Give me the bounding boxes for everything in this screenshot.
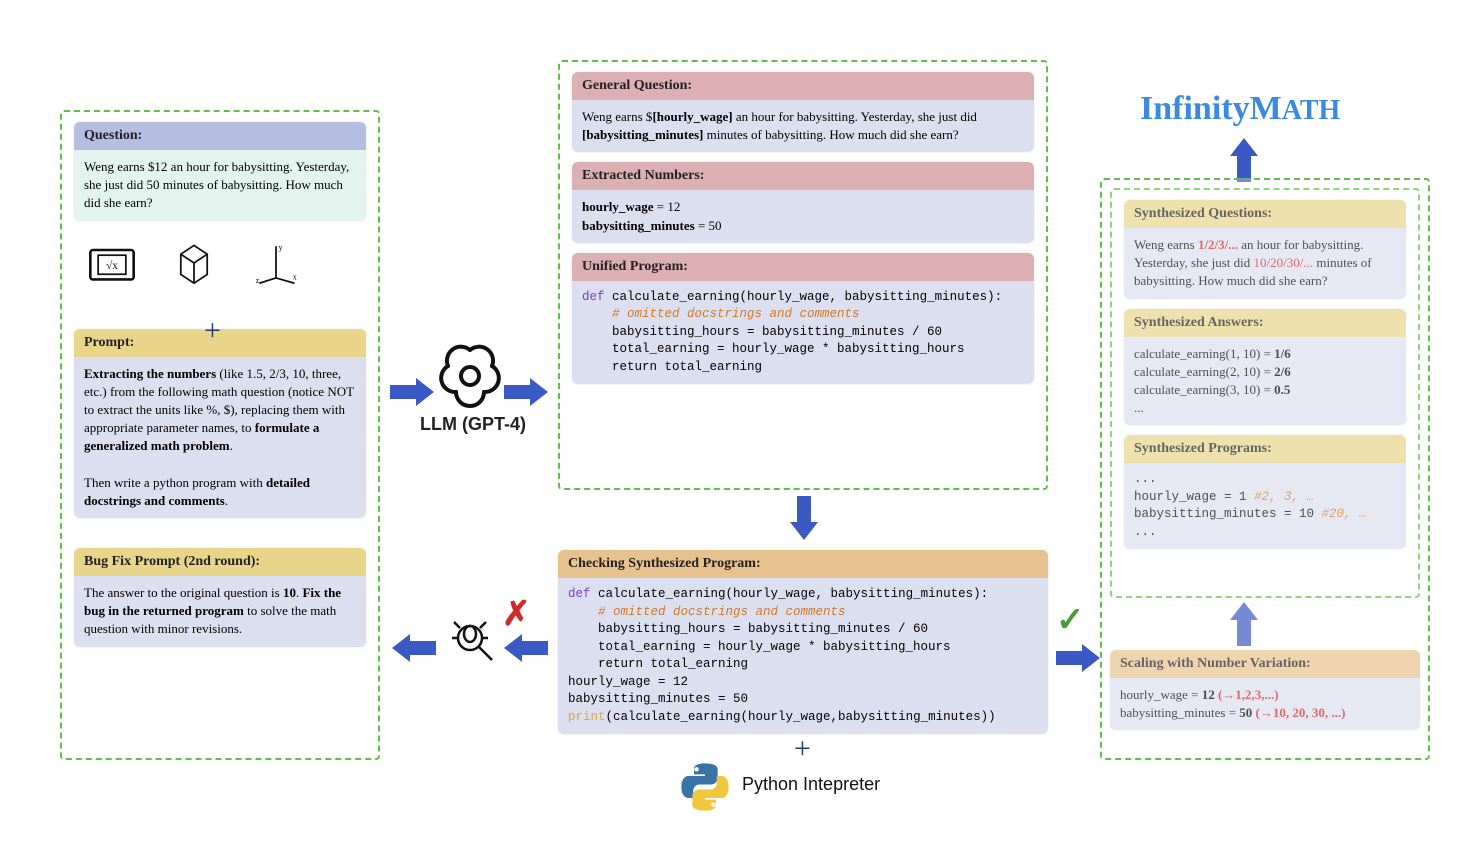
- unified-program-header: Unified Program:: [572, 253, 1034, 281]
- bugfix-card: Bug Fix Prompt (2nd round): The answer t…: [74, 548, 366, 647]
- scaling-header: Scaling with Number Variation:: [1110, 650, 1420, 678]
- bugfix-body: The answer to the original question is 1…: [74, 576, 366, 647]
- synth-programs-body: ...hourly_wage = 1 #2, 3, …babysitting_m…: [1124, 463, 1406, 549]
- check-icon: ✓: [1056, 600, 1085, 640]
- plus-icon-2: +: [794, 732, 811, 766]
- general-question-header: General Question:: [572, 72, 1034, 100]
- checking-body: def calculate_earning(hourly_wage, babys…: [558, 578, 1048, 734]
- arrow-center-down: [790, 496, 818, 540]
- python-icon: [678, 760, 732, 814]
- bugfix-header: Bug Fix Prompt (2nd round):: [74, 548, 366, 576]
- question-card: Question: Weng earns $12 an hour for bab…: [74, 122, 366, 221]
- general-question-card: General Question: Weng earns $[hourly_wa…: [572, 72, 1034, 152]
- svg-text:x: x: [293, 272, 297, 281]
- general-question-body: Weng earns $[hourly_wage] an hour for ba…: [572, 100, 1034, 152]
- cube-icon: [168, 241, 220, 285]
- diagram-canvas: Question: Weng earns $12 an hour for bab…: [60, 60, 1420, 820]
- center-top-group: General Question: Weng earns $[hourly_wa…: [558, 60, 1048, 490]
- prompt-card: Prompt: Extracting the numbers (like 1.5…: [74, 329, 366, 519]
- arrow-scaling-up: [1230, 602, 1258, 646]
- center-bottom-group: Checking Synthesized Program: def calcul…: [558, 550, 1048, 820]
- arrow-from-llm: [504, 378, 548, 406]
- synth-programs-header: Synthesized Programs:: [1124, 435, 1406, 463]
- svg-text:y: y: [279, 242, 283, 251]
- synth-answers-body: calculate_earning(1, 10) = 1/6calculate_…: [1124, 337, 1406, 426]
- calc-icon: √x: [86, 241, 138, 285]
- synth-programs-card: Synthesized Programs: ...hourly_wage = 1…: [1124, 435, 1406, 549]
- checking-card: Checking Synthesized Program: def calcul…: [558, 550, 1048, 734]
- svg-text:z: z: [256, 276, 260, 285]
- extracted-numbers-card: Extracted Numbers: hourly_wage = 12babys…: [572, 162, 1034, 242]
- right-bottom-group: Scaling with Number Variation: hourly_wa…: [1110, 650, 1420, 750]
- arrow-check-fail-2: [392, 634, 436, 662]
- right-top-group: Synthesized Questions: Weng earns 1/2/3/…: [1110, 188, 1420, 598]
- python-label: Python Intepreter: [742, 774, 880, 795]
- math-icons-row: √x y z x: [62, 231, 378, 285]
- axes-icon: y z x: [250, 241, 302, 285]
- scaling-body: hourly_wage = 12 (→1,2,3,...)babysitting…: [1110, 678, 1420, 730]
- scaling-card: Scaling with Number Variation: hourly_wa…: [1110, 650, 1420, 730]
- gpt-icon: [438, 344, 502, 408]
- bug-icon: [448, 616, 498, 666]
- arrow-check-fail-1: [504, 634, 548, 662]
- cross-icon: ✗: [502, 594, 531, 634]
- svg-text:√x: √x: [106, 260, 118, 272]
- arrow-to-llm: [390, 378, 434, 406]
- extracted-numbers-header: Extracted Numbers:: [572, 162, 1034, 190]
- unified-program-body: def calculate_earning(hourly_wage, babys…: [572, 281, 1034, 385]
- prompt-body: Extracting the numbers (like 1.5, 2/3, 1…: [74, 357, 366, 519]
- extracted-numbers-body: hourly_wage = 12babysitting_minutes = 50: [572, 190, 1034, 242]
- synth-questions-body: Weng earns 1/2/3/... an hour for babysit…: [1124, 228, 1406, 299]
- plus-icon: +: [204, 314, 221, 348]
- unified-program-card: Unified Program: def calculate_earning(h…: [572, 253, 1034, 385]
- arrow-to-title: [1230, 138, 1258, 182]
- llm-label: LLM (GPT-4): [420, 414, 526, 435]
- arrow-check-pass: [1056, 644, 1100, 672]
- left-dashed-group: Question: Weng earns $12 an hour for bab…: [60, 110, 380, 760]
- question-header: Question:: [74, 122, 366, 150]
- question-body: Weng earns $12 an hour for babysitting. …: [74, 150, 366, 221]
- synth-questions-header: Synthesized Questions:: [1124, 200, 1406, 228]
- synth-questions-card: Synthesized Questions: Weng earns 1/2/3/…: [1124, 200, 1406, 299]
- infinitymath-title: InfinityMATH: [1140, 90, 1340, 128]
- checking-header: Checking Synthesized Program:: [558, 550, 1048, 578]
- synth-answers-card: Synthesized Answers: calculate_earning(1…: [1124, 309, 1406, 426]
- synth-answers-header: Synthesized Answers:: [1124, 309, 1406, 337]
